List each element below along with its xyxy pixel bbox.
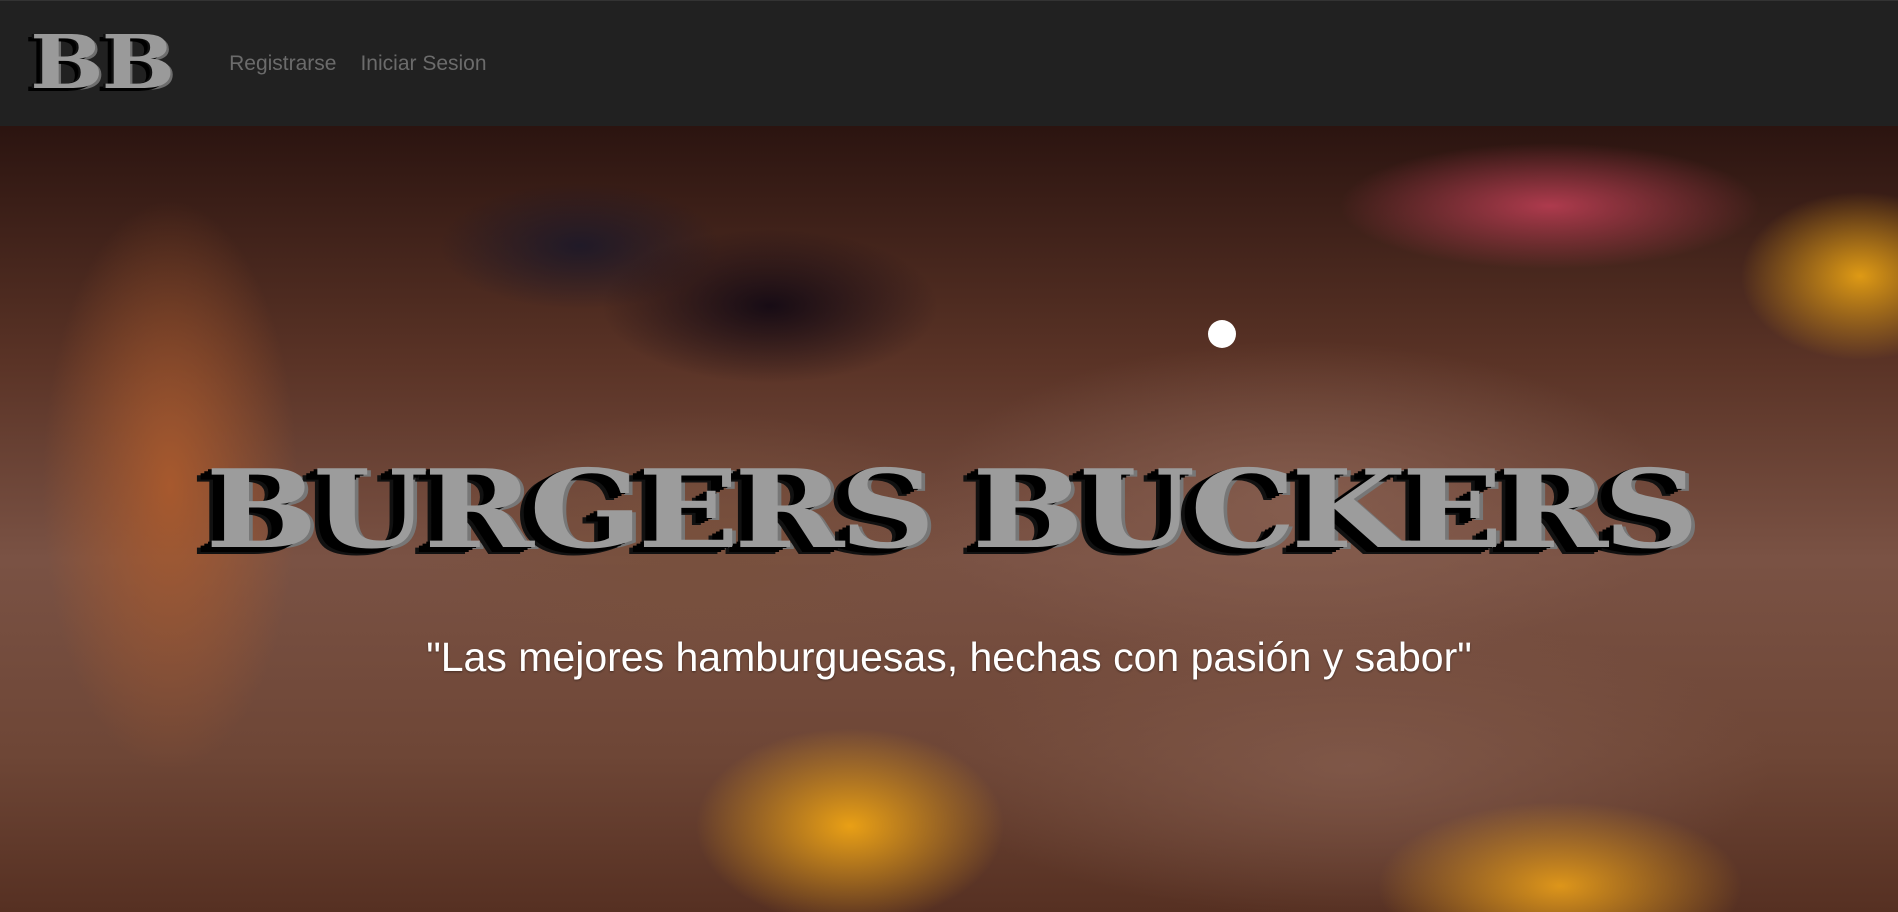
brand-logo[interactable]: BB xyxy=(30,26,175,100)
hero-title: BURGERS BUCKERS xyxy=(205,447,1699,573)
carousel-indicator-dot[interactable] xyxy=(1208,320,1236,348)
navbar: BB Registrarse Iniciar Sesion xyxy=(0,0,1898,126)
hero-banner: BURGERS BUCKERS "Las mejores hamburguesa… xyxy=(0,126,1898,912)
register-link[interactable]: Registrarse xyxy=(229,52,336,76)
hero-subtitle: "Las mejores hamburguesas, hechas con pa… xyxy=(426,634,1472,680)
login-link[interactable]: Iniciar Sesion xyxy=(360,52,486,76)
